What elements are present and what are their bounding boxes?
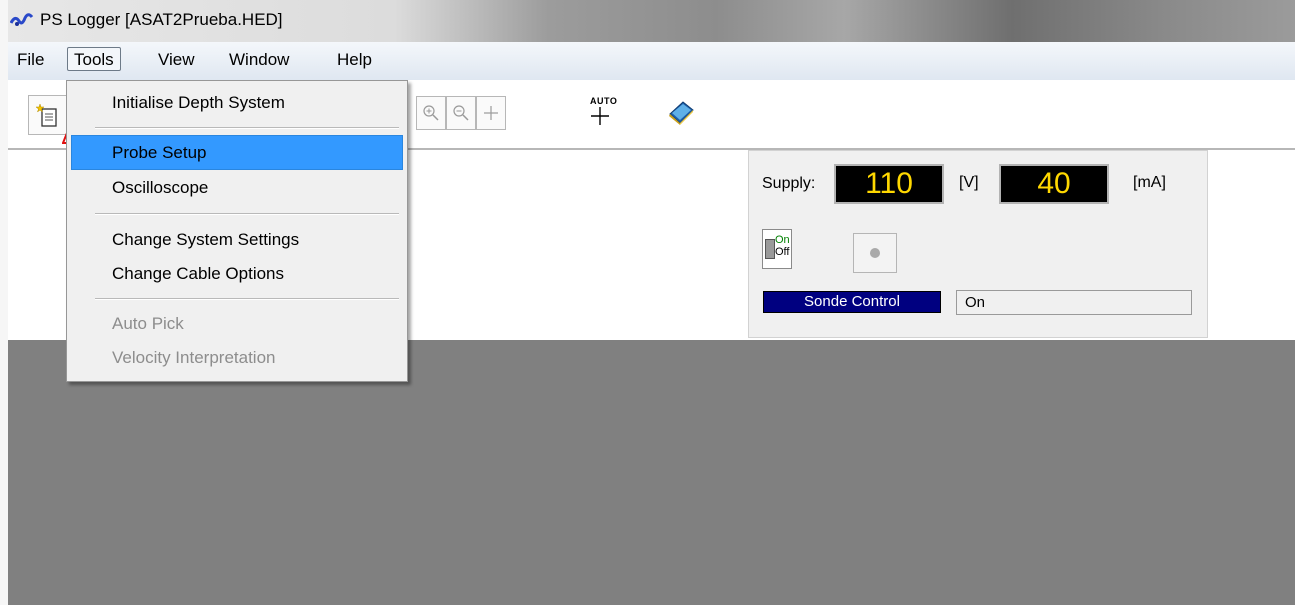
- zoom-out-button[interactable]: [446, 96, 476, 130]
- book-button[interactable]: [662, 94, 700, 132]
- menu-view[interactable]: View: [158, 50, 195, 70]
- app-icon: [10, 13, 34, 26]
- current-display: 40: [999, 164, 1109, 204]
- zoom-out-icon: [453, 105, 469, 121]
- menu-item-velocity-interpretation: Velocity Interpretation: [112, 348, 276, 367]
- voltage-display: 110: [834, 164, 944, 204]
- menu-item-probe-setup[interactable]: Probe Setup: [112, 143, 207, 163]
- menu-bar: File Tools View Window Help: [8, 42, 1295, 81]
- menu-window[interactable]: Window: [229, 50, 289, 70]
- menu-item-oscilloscope[interactable]: Oscilloscope: [112, 178, 208, 198]
- book-icon: [669, 101, 694, 125]
- menu-separator: [95, 127, 399, 129]
- menu-item-change-system-settings[interactable]: Change System Settings: [112, 230, 299, 250]
- window-title: PS Logger [ASAT2Prueba.HED]: [40, 10, 283, 29]
- tools-dropdown-menu: Initialise Depth System Probe Setup Osci…: [66, 80, 408, 382]
- menu-tools[interactable]: Tools: [67, 47, 121, 71]
- auto-label: AUTO: [590, 96, 618, 106]
- menu-separator: [95, 298, 399, 300]
- sonde-status-field: On: [956, 290, 1192, 315]
- switch-on-label: On: [775, 234, 790, 246]
- switch-lever-icon: [765, 239, 775, 259]
- status-light-button[interactable]: [853, 233, 897, 273]
- zoom-in-button[interactable]: [416, 96, 446, 130]
- zoom-in-icon: [423, 105, 439, 121]
- plus-icon: [484, 106, 498, 120]
- sonde-control-label: Sonde Control: [763, 291, 941, 313]
- menu-separator: [95, 213, 399, 215]
- supply-panel: Supply: 110 [V] 40 [mA] On Off Sonde Con…: [748, 150, 1208, 338]
- add-pick-button[interactable]: [476, 96, 506, 130]
- new-document-icon: [36, 103, 57, 127]
- menu-item-auto-pick: Auto Pick: [112, 314, 184, 333]
- menu-item-initialise-depth-system[interactable]: Initialise Depth System: [112, 93, 285, 113]
- window-left-border: [0, 0, 8, 605]
- auto-plus-icon: [591, 107, 609, 125]
- menu-help[interactable]: Help: [337, 50, 372, 70]
- led-indicator-icon: [870, 248, 880, 258]
- menu-file[interactable]: File: [17, 50, 44, 70]
- auto-pick-button[interactable]: AUTO: [582, 94, 618, 132]
- current-unit: [mA]: [1133, 174, 1166, 191]
- voltage-unit: [V]: [959, 174, 979, 191]
- power-toggle-switch[interactable]: On Off: [762, 229, 792, 269]
- menu-item-change-cable-options[interactable]: Change Cable Options: [112, 264, 284, 284]
- switch-off-label: Off: [775, 246, 790, 258]
- supply-label: Supply:: [762, 175, 816, 192]
